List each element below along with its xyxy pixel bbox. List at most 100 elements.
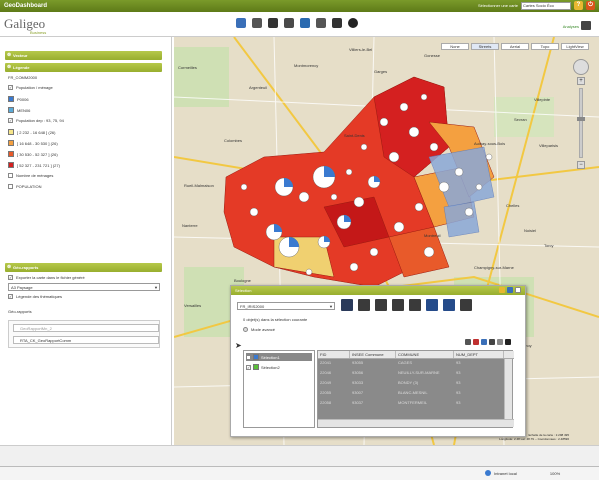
table-row[interactable]: 22058 93037 MONTFERMEIL 93 <box>318 399 504 407</box>
export-icon[interactable] <box>505 339 511 345</box>
edit-icon[interactable] <box>284 18 294 28</box>
legend-item[interactable]: Nombre de ménages <box>8 173 53 178</box>
legend-item[interactable]: ✓ Population dep : 93, 75, 94 <box>8 118 64 123</box>
legend-checkbox[interactable]: ✓ <box>8 118 13 123</box>
table-cell: 93056 <box>352 370 364 375</box>
link-icon[interactable] <box>332 18 342 28</box>
power-icon[interactable]: ⏻ <box>586 1 595 10</box>
browser-zoom[interactable]: 100% <box>550 471 560 476</box>
table-vertical-scrollbar[interactable] <box>504 359 512 421</box>
table-column-header[interactable]: NUM_DEPT <box>454 351 504 358</box>
legend-checkbox[interactable]: ✓ <box>8 85 13 90</box>
panel-rapports-title: Géo-rapports <box>13 265 39 270</box>
basemap-tab-streets[interactable]: Streets <box>471 43 499 50</box>
zoom-out-button[interactable]: − <box>577 161 585 169</box>
table-cell: MONTFERMEIL <box>398 400 428 405</box>
panel-vecteur-header[interactable]: ⊗ Vecteur <box>5 51 162 60</box>
selection-checkbox[interactable]: ✓ <box>246 364 251 370</box>
pan-icon[interactable] <box>573 59 589 75</box>
legend-item: ] 30 530 - 52 327 ] (26) <box>8 151 58 157</box>
rapports-title: Géo-rapports <box>8 309 32 314</box>
select-polygon-icon[interactable] <box>392 299 404 311</box>
folder-icon[interactable] <box>499 287 505 293</box>
legend-thematic-label: Légende des thématiques <box>16 294 63 299</box>
rapport-item[interactable]: RTA_CK_GeoRapportComm <box>13 336 159 344</box>
collapse-icon[interactable]: ⊗ <box>7 264 11 270</box>
table-column-header[interactable]: COMMUNE <box>396 351 454 358</box>
user-link[interactable]: Analyses <box>563 24 579 29</box>
table-horizontal-scrollbar[interactable] <box>318 419 514 427</box>
truck-icon[interactable] <box>316 18 326 28</box>
selection-list-item[interactable]: ✓ Sélection1 <box>246 353 312 361</box>
select-point-icon[interactable] <box>341 299 353 311</box>
monitor-icon[interactable] <box>581 21 591 30</box>
table-column-header[interactable]: FID <box>318 351 350 358</box>
advanced-mode-radio[interactable] <box>243 327 248 332</box>
zoom-slider[interactable] <box>577 88 585 158</box>
legend-checkbox[interactable] <box>8 184 13 189</box>
selection-name: Sélection1 <box>261 354 280 360</box>
zoom-slider-handle[interactable] <box>577 117 585 121</box>
table-row[interactable]: 22055 93007 BLANC-MESNIL 93 <box>318 389 504 397</box>
tools-icon[interactable] <box>252 18 262 28</box>
panel-rapports-header[interactable]: ⊗ Géo-rapports <box>5 263 162 272</box>
legend-thematic-checkbox[interactable]: ✓ <box>8 294 13 299</box>
table-row[interactable]: 22049 93033 BONDY (3) 93 <box>318 379 504 387</box>
legend-thematic-option[interactable]: ✓ Légende des thématiques <box>8 294 62 299</box>
security-zone: Intranet local 100% <box>485 470 560 476</box>
export-checkbox[interactable]: ✓ <box>8 275 13 280</box>
selection-checkbox[interactable]: ✓ <box>246 354 251 360</box>
table-cell: NEUILLY-SUR-MARNE <box>398 370 440 375</box>
select-rectangle-icon[interactable] <box>443 299 455 311</box>
selection-layer-select[interactable]: FR_IRIS2000 ▼ <box>237 302 335 310</box>
minimize-icon[interactable] <box>515 287 521 293</box>
legend-item[interactable]: ✓ Population / ménage <box>8 85 53 90</box>
select-circle-icon[interactable] <box>426 299 438 311</box>
select-freehand-icon[interactable] <box>409 299 421 311</box>
panel-legende-header[interactable]: ⊗ Légende <box>5 63 162 72</box>
map-place-label: Aulnay-sous-Bois <box>474 141 505 146</box>
table-row[interactable]: 22041 93055 CAGES 93 <box>318 359 504 367</box>
format-select[interactable]: A3 Paysage ▼ <box>8 283 160 291</box>
legend-checkbox[interactable] <box>8 173 13 178</box>
save-icon[interactable] <box>507 287 513 293</box>
grid-icon[interactable] <box>268 18 278 28</box>
zoom-to-icon[interactable] <box>481 339 487 345</box>
rapports-list: GeoRapportMn_2 RTA_CK_GeoRapportComm <box>8 320 160 348</box>
table-cell: 93 <box>456 380 461 385</box>
delete-icon[interactable] <box>473 339 479 345</box>
legend-item: P0006 <box>8 96 29 102</box>
compass-icon[interactable] <box>348 18 358 28</box>
select-line-icon[interactable] <box>358 299 370 311</box>
save-icon[interactable] <box>236 18 246 28</box>
selection-info: 0 objet(s) dans la sélection courante <box>243 317 308 322</box>
help-icon[interactable]: ? <box>574 1 583 10</box>
chart-icon[interactable] <box>489 339 495 345</box>
basemap-tab-lightview[interactable]: LightView <box>561 43 589 50</box>
advanced-mode-option[interactable]: Mode avancé <box>243 327 275 332</box>
legend-item[interactable]: POPULATION <box>8 184 42 189</box>
export-option[interactable]: ✓ Exporter la carte dans le fichier génér… <box>8 275 85 280</box>
basemap-tab-topo[interactable]: Topo <box>531 43 559 50</box>
basemap-tab-aerial[interactable]: Aerial <box>501 43 529 50</box>
table-row[interactable]: 22046 93056 NEUILLY-SUR-MARNE 93 <box>318 369 504 377</box>
select-polyline-icon[interactable] <box>375 299 387 311</box>
arrow-right-icon[interactable]: ➤ <box>235 341 242 350</box>
selection-header[interactable]: Sélection <box>231 286 525 295</box>
map-place-label: Villiers-le-Bel <box>349 47 372 52</box>
table-cell: 22055 <box>320 390 332 395</box>
rapport-item[interactable]: GeoRapportMn_2 <box>13 324 159 332</box>
table-cell: 93 <box>456 390 461 395</box>
table-column-header[interactable]: INSEE Commune <box>350 351 396 358</box>
collapse-icon[interactable]: ⊗ <box>7 52 11 58</box>
print-icon[interactable] <box>300 18 310 28</box>
browser-status-bar: Intranet local 100% <box>0 466 599 480</box>
clear-selection-icon[interactable] <box>460 299 472 311</box>
csv-icon[interactable] <box>465 339 471 345</box>
filter-icon[interactable] <box>497 339 503 345</box>
map-selector-dropdown[interactable]: Cartes Socio Éco <box>521 1 571 10</box>
collapse-icon[interactable]: ⊗ <box>7 64 11 70</box>
zoom-in-button[interactable]: + <box>577 77 585 85</box>
selection-list-item[interactable]: ✓ Sélection2 <box>246 363 312 371</box>
basemap-tab-none[interactable]: None <box>441 43 469 50</box>
